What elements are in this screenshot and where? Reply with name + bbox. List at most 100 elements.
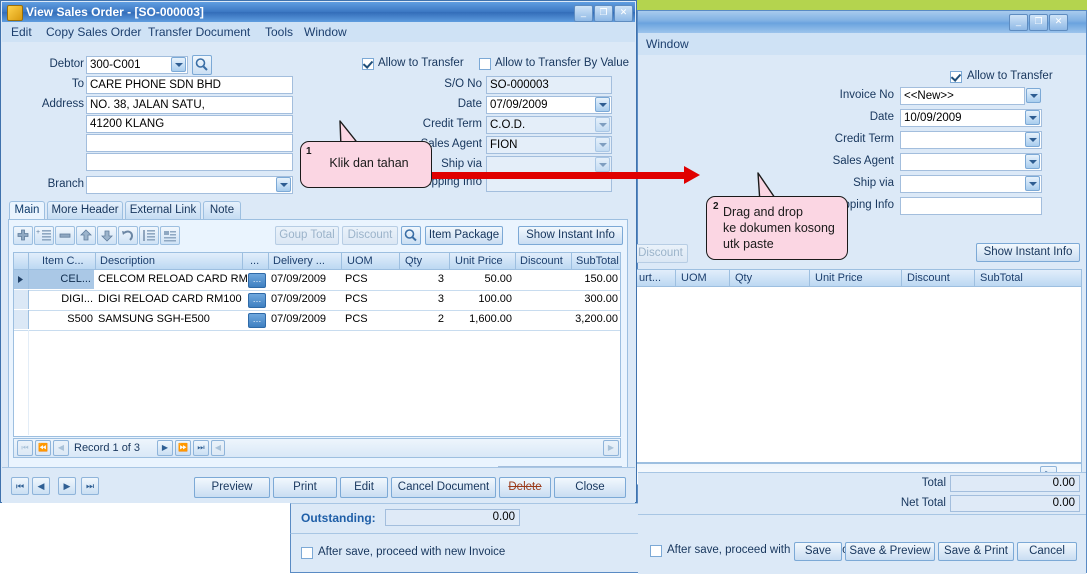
so-credit-term-field[interactable]: C.O.D. bbox=[486, 116, 612, 134]
invoice-ship-via-field[interactable] bbox=[900, 175, 1042, 193]
menu-tools[interactable]: Tools bbox=[265, 25, 293, 39]
menu-window[interactable]: Window bbox=[304, 25, 347, 39]
allow-transfer-checkbox[interactable] bbox=[362, 58, 374, 70]
invoice-allow-transfer-checkbox[interactable] bbox=[950, 71, 962, 83]
save-button[interactable]: Save bbox=[794, 542, 842, 561]
row-selector[interactable] bbox=[14, 310, 29, 329]
invoice-menu-window[interactable]: Window bbox=[646, 37, 689, 51]
cell-unit-price[interactable]: 50.00 bbox=[450, 273, 512, 285]
invoice-titlebar[interactable]: _ ❐ ✕ bbox=[638, 11, 1086, 34]
invoice-close-button[interactable]: ✕ bbox=[1049, 14, 1068, 31]
cell-unit-price[interactable]: 100.00 bbox=[450, 293, 512, 305]
allow-transfer-by-value-checkbox[interactable] bbox=[479, 58, 491, 70]
sales-order-maximize-button[interactable]: ❐ bbox=[594, 5, 613, 22]
invoice-date-field[interactable]: 10/09/2009 bbox=[900, 109, 1042, 127]
address-line-3[interactable] bbox=[86, 134, 293, 152]
so-date-field[interactable]: 07/09/2009 bbox=[486, 96, 612, 114]
cell-item-code[interactable]: S500 bbox=[29, 313, 93, 325]
sales-order-titlebar[interactable]: View Sales Order - [SO-000003] _ ❐ ✕ bbox=[2, 2, 635, 22]
print-button[interactable]: Print bbox=[273, 477, 337, 498]
footer-next-record-icon[interactable]: ▶ bbox=[58, 477, 76, 495]
invoice-maximize-button[interactable]: ❐ bbox=[1029, 14, 1048, 31]
cell-lookup-icon[interactable]: … bbox=[248, 293, 266, 308]
debtor-dropdown-icon[interactable] bbox=[171, 57, 186, 72]
row-selector[interactable] bbox=[14, 270, 29, 289]
invoice-no-field[interactable]: <<New>> bbox=[900, 87, 1025, 105]
cell-description[interactable]: SAMSUNG SGH-E500 bbox=[98, 313, 210, 325]
cell-uom[interactable]: PCS bbox=[345, 313, 368, 325]
cell-description[interactable]: DIGI RELOAD CARD RM100 bbox=[98, 293, 242, 305]
cell-delivery[interactable]: 07/09/2009 bbox=[271, 293, 326, 305]
delete-button[interactable]: Delete bbox=[499, 477, 551, 498]
nav-next-icon[interactable]: ▶ bbox=[157, 440, 173, 456]
cell-uom[interactable]: PCS bbox=[345, 293, 368, 305]
indent-icon[interactable] bbox=[139, 226, 159, 245]
nav-expand-icon[interactable]: ▶ bbox=[603, 440, 619, 456]
outdent-icon[interactable] bbox=[160, 226, 180, 245]
tab-external-link[interactable]: External Link bbox=[125, 201, 201, 220]
cell-delivery[interactable]: 07/09/2009 bbox=[271, 273, 326, 285]
menu-copy-sales-order[interactable]: Copy Sales Order bbox=[46, 25, 141, 39]
cell-item-code[interactable]: DIGI... bbox=[29, 293, 93, 305]
branch-field[interactable] bbox=[86, 176, 293, 194]
table-row[interactable]: S500 SAMSUNG SGH-E500 … 07/09/2009 PCS 2… bbox=[14, 310, 620, 331]
invoice-credit-term-dropdown-icon[interactable] bbox=[1025, 132, 1040, 147]
cell-qty[interactable]: 3 bbox=[394, 293, 444, 305]
so-sales-agent-dropdown-icon[interactable] bbox=[595, 137, 610, 152]
nav-prev-page-icon[interactable]: ⏪ bbox=[35, 440, 51, 456]
cell-subtotal[interactable]: 300.00 bbox=[570, 293, 618, 305]
close-button[interactable]: Close bbox=[554, 477, 626, 498]
item-package-button[interactable]: Item Package bbox=[425, 226, 503, 245]
preview-button[interactable]: Preview bbox=[194, 477, 270, 498]
so-credit-term-dropdown-icon[interactable] bbox=[595, 117, 610, 132]
after-save-checkbox-visible[interactable] bbox=[301, 547, 313, 559]
debtor-search-button[interactable] bbox=[192, 55, 212, 75]
cell-uom[interactable]: PCS bbox=[345, 273, 368, 285]
edit-button[interactable]: Edit bbox=[340, 477, 388, 498]
cell-subtotal[interactable]: 150.00 bbox=[570, 273, 618, 285]
move-up-icon[interactable] bbox=[76, 226, 96, 245]
goup-total-button[interactable]: Goup Total bbox=[275, 226, 339, 245]
invoice-cancel-button[interactable]: Cancel bbox=[1017, 542, 1077, 561]
invoice-credit-term-field[interactable] bbox=[900, 131, 1042, 149]
to-field[interactable]: CARE PHONE SDN BHD bbox=[86, 76, 293, 94]
invoice-show-instant-info-button[interactable]: Show Instant Info bbox=[976, 243, 1080, 262]
address-line-2[interactable]: 41200 KLANG bbox=[86, 115, 293, 133]
record-navigator[interactable]: ⏮ ⏪ ◀ Record 1 of 3 ▶ ⏩ ⏭ ◀ ▶ bbox=[13, 438, 621, 458]
so-date-dropdown-icon[interactable] bbox=[595, 97, 610, 112]
cell-description[interactable]: CELCOM RELOAD CARD RM50 bbox=[98, 273, 260, 285]
cell-lookup-icon[interactable]: … bbox=[248, 313, 266, 328]
menu-transfer-document[interactable]: Transfer Document bbox=[148, 25, 250, 39]
so-sales-agent-field[interactable]: FION bbox=[486, 136, 612, 154]
cell-delivery[interactable]: 07/09/2009 bbox=[271, 313, 326, 325]
nav-last-icon[interactable]: ⏭ bbox=[193, 440, 209, 456]
invoice-shipping-info-field[interactable] bbox=[900, 197, 1042, 215]
footer-last-record-icon[interactable]: ⏭ bbox=[81, 477, 99, 495]
after-save-checkbox[interactable] bbox=[650, 545, 662, 557]
so-ship-via-dropdown-icon[interactable] bbox=[595, 157, 610, 172]
cell-qty[interactable]: 3 bbox=[394, 273, 444, 285]
address-line-1[interactable]: NO. 38, JALAN SATU, bbox=[86, 96, 293, 114]
invoice-discount-button[interactable]: Discount bbox=[633, 244, 688, 263]
nav-prev-icon[interactable]: ◀ bbox=[53, 440, 69, 456]
grid-discount-button[interactable]: Discount bbox=[342, 226, 398, 245]
cell-qty[interactable]: 2 bbox=[394, 313, 444, 325]
tab-note[interactable]: Note bbox=[203, 201, 241, 220]
move-down-icon[interactable] bbox=[97, 226, 117, 245]
menu-edit[interactable]: Edit bbox=[11, 25, 32, 39]
invoice-sales-agent-dropdown-icon[interactable] bbox=[1025, 154, 1040, 169]
cell-subtotal[interactable]: 3,200.00 bbox=[570, 313, 618, 325]
save-print-button[interactable]: Save & Print bbox=[938, 542, 1014, 561]
footer-first-record-icon[interactable]: ⏮ bbox=[11, 477, 29, 495]
invoice-grid-body[interactable] bbox=[632, 287, 1082, 463]
branch-dropdown-icon[interactable] bbox=[276, 177, 291, 192]
insert-row-icon[interactable]: + bbox=[34, 226, 54, 245]
cell-lookup-icon[interactable]: … bbox=[248, 273, 266, 288]
cancel-document-button[interactable]: Cancel Document bbox=[391, 477, 496, 498]
invoice-date-dropdown-icon[interactable] bbox=[1025, 110, 1040, 125]
nav-first-icon[interactable]: ⏮ bbox=[17, 440, 33, 456]
sales-order-close-button[interactable]: ✕ bbox=[614, 5, 633, 22]
cell-item-code[interactable]: CEL... bbox=[29, 270, 94, 289]
grid-search-button[interactable] bbox=[401, 226, 421, 245]
undo-icon[interactable] bbox=[118, 226, 138, 245]
